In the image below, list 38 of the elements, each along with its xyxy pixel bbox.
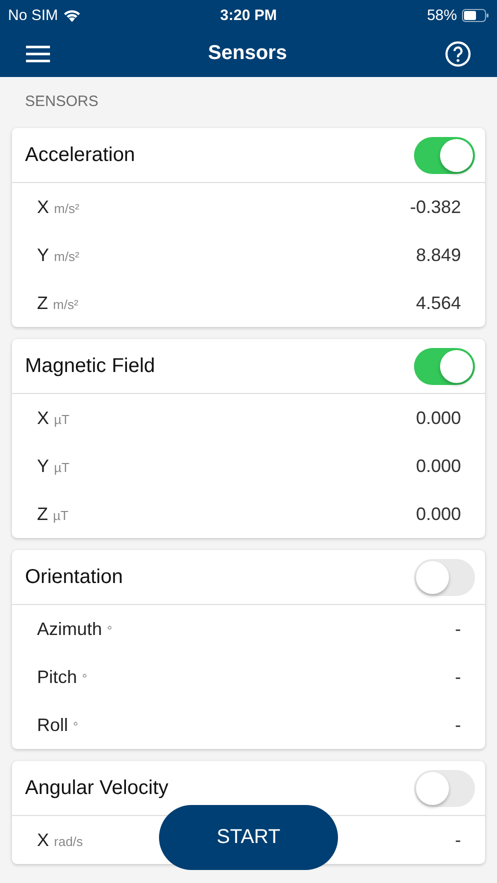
reading-value: 0.000 [416, 456, 461, 476]
help-icon[interactable] [445, 40, 471, 66]
toggle-switch[interactable] [414, 136, 475, 174]
section-header: SENSORS [25, 92, 98, 110]
start-button[interactable]: START [159, 805, 338, 870]
reading-value: - [455, 714, 461, 736]
reading-label: Azimuth ° [37, 618, 112, 640]
wifi-icon [63, 8, 82, 22]
reading-label: Z µT [37, 504, 68, 524]
reading-label: Z m/s² [37, 292, 78, 314]
reading-label: Roll ° [37, 714, 78, 736]
reading-value: 4.564 [416, 292, 461, 314]
screen-title: Sensors [208, 42, 287, 65]
sensor-name: Acceleration [25, 144, 136, 166]
battery-percent: 58% [426, 6, 457, 24]
reading-value: -0.382 [410, 196, 461, 218]
menu-icon[interactable] [26, 44, 50, 62]
toggle-switch[interactable] [414, 348, 475, 384]
reading-label: X m/s² [37, 196, 80, 218]
reading-value: 0.000 [416, 408, 461, 428]
reading-value: - [455, 666, 461, 688]
reading-value: 8.849 [416, 244, 461, 266]
reading-label: Y m/s² [37, 244, 80, 266]
reading-value: - [455, 618, 461, 640]
reading-label: Y µT [37, 456, 70, 476]
reading-label: Pitch ° [37, 666, 88, 688]
reading-label: X rad/s [37, 830, 83, 850]
toggle-switch[interactable] [414, 770, 475, 806]
reading-label: X µT [37, 408, 70, 428]
sensor-name: Angular Velocity [25, 776, 168, 800]
sensor-name: Orientation [25, 566, 123, 588]
reading-value: - [455, 830, 461, 850]
sensor-name: Magnetic Field [25, 354, 156, 378]
carrier-text: No SIM [8, 6, 58, 24]
toggle-switch[interactable] [414, 558, 475, 596]
clock-text: 3:20 PM [220, 6, 277, 24]
battery-icon [462, 8, 489, 22]
reading-value: 0.000 [416, 504, 461, 524]
